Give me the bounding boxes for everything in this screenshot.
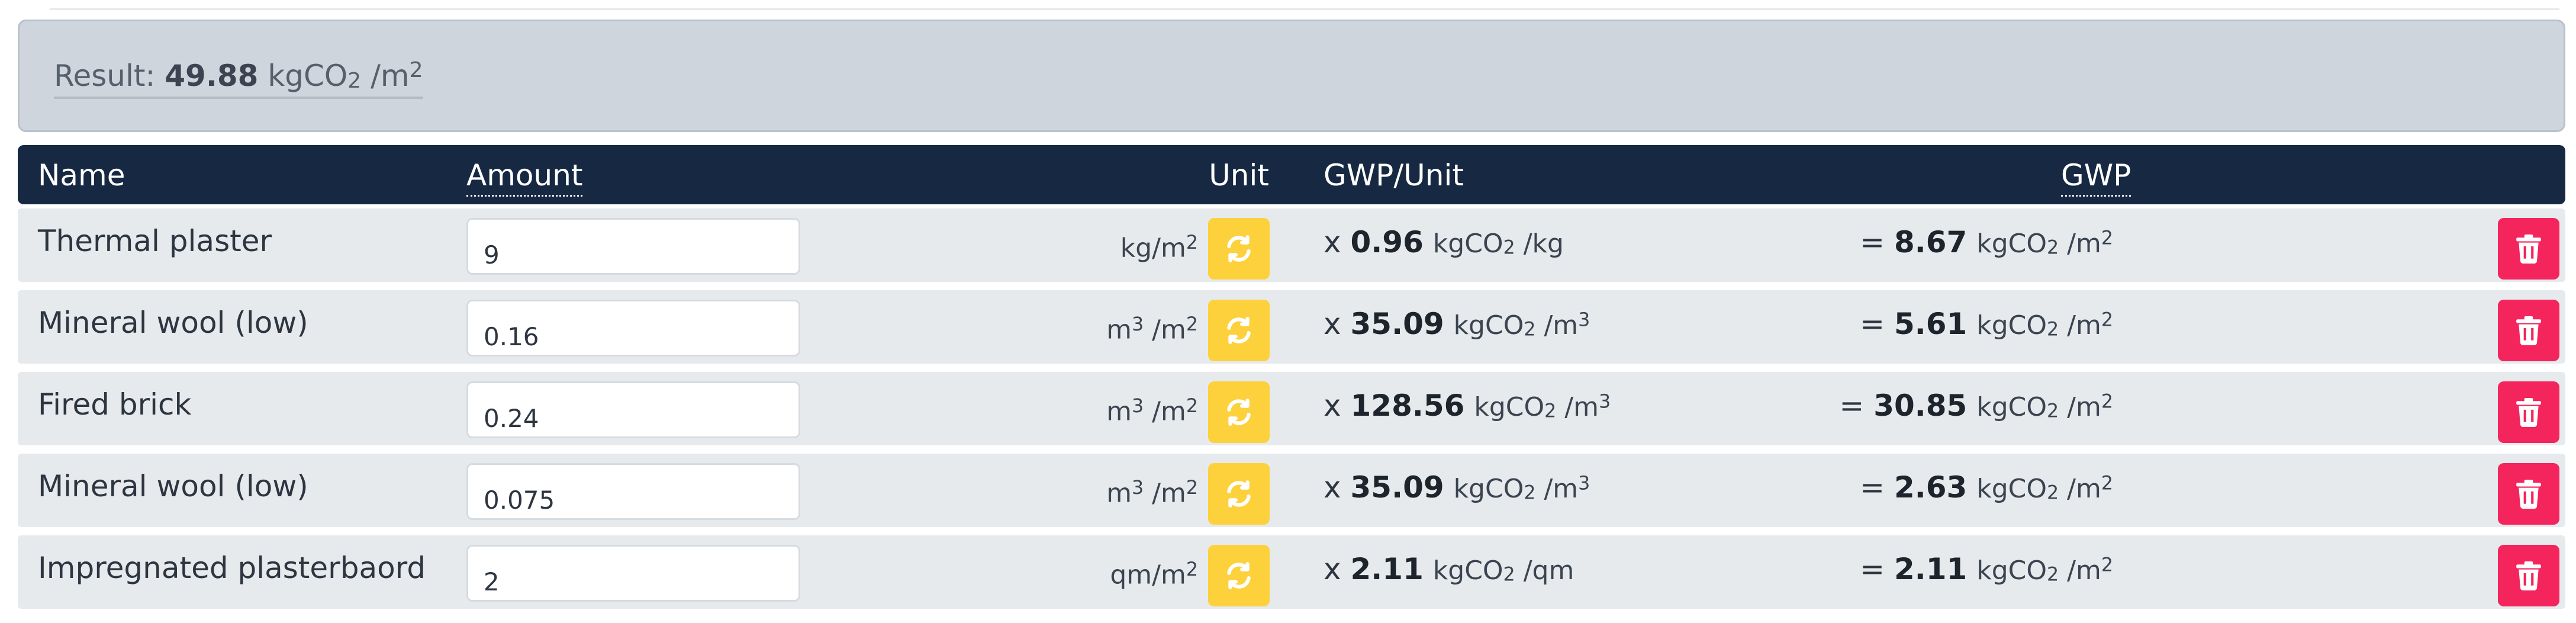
amount-input[interactable] [466, 545, 800, 602]
unit-label: m3 /m2 [1106, 314, 1198, 345]
column-header-unit: Unit [1209, 158, 1269, 192]
trash-icon [2515, 561, 2542, 590]
table-row: Mineral wool (low) m3 /m2 x 35.09 kgCO2 /m… [18, 290, 2565, 364]
refresh-icon [1224, 561, 1254, 590]
table-row: Mineral wool (low) m3 /m2 x 35.09 kgCO2 /m… [18, 454, 2565, 527]
material-name: Thermal plaster [38, 224, 272, 258]
column-header-name: Name [38, 158, 125, 192]
column-header-gwp-per-unit: GWP/Unit [1324, 158, 1464, 192]
gwp-value: = 30.85 kgCO2 /m2 [1839, 388, 2113, 423]
material-name: Mineral wool (low) [38, 469, 308, 503]
delete-row-button[interactable] [2498, 545, 2559, 606]
unit-label: m3 /m2 [1106, 396, 1198, 427]
table-header: Name Amount Unit GWP/Unit GWP [18, 145, 2565, 204]
gwp-calculator: Result: 49.88 kgCO2 /m2 Name Amount Unit… [0, 0, 2576, 623]
refresh-icon [1224, 479, 1254, 509]
result-panel: Result: 49.88 kgCO2 /m2 [18, 20, 2565, 132]
swap-unit-button[interactable] [1208, 545, 1270, 606]
gwp-value: = 5.61 kgCO2 /m2 [1860, 307, 2113, 341]
unit-label: kg/m2 [1120, 232, 1198, 264]
refresh-icon [1224, 397, 1254, 427]
material-name: Mineral wool (low) [38, 306, 308, 340]
delete-row-button[interactable] [2498, 463, 2559, 525]
trash-icon [2515, 234, 2542, 264]
result-unit: kgCO2 /m2 [268, 58, 423, 94]
amount-input[interactable] [466, 300, 800, 357]
gwp-per-unit: x 35.09 kgCO2 /m3 [1324, 470, 1590, 505]
refresh-icon [1224, 316, 1254, 345]
trash-icon [2515, 479, 2542, 509]
material-name: Fired brick [38, 387, 192, 422]
trash-icon [2515, 397, 2542, 427]
gwp-per-unit: x 0.96 kgCO2 /kg [1324, 225, 1564, 259]
delete-row-button[interactable] [2498, 381, 2559, 443]
column-header-gwp: GWP [2061, 158, 2131, 197]
swap-unit-button[interactable] [1208, 463, 1270, 525]
gwp-per-unit: x 128.56 kgCO2 /m3 [1324, 388, 1611, 423]
amount-input[interactable] [466, 218, 800, 275]
trash-icon [2515, 316, 2542, 345]
result-summary: Result: 49.88 kgCO2 /m2 [54, 58, 423, 99]
result-label: Result: [54, 59, 156, 94]
delete-row-button[interactable] [2498, 300, 2559, 361]
unit-label: qm/m2 [1110, 559, 1198, 590]
gwp-per-unit: x 2.11 kgCO2 /qm [1324, 552, 1574, 586]
top-divider [50, 8, 2559, 10]
swap-unit-button[interactable] [1208, 381, 1270, 443]
table-row: Thermal plaster kg/m2 x 0.96 kgCO2 /kg = 8.… [18, 208, 2565, 282]
gwp-per-unit: x 35.09 kgCO2 /m3 [1324, 307, 1590, 341]
table-row: Fired brick m3 /m2 x 128.56 kgCO2 /m3 = 30.… [18, 372, 2565, 445]
table-row: Impregnated plasterbaord qm/m2 x 2.11 kgCO… [18, 535, 2565, 609]
gwp-value: = 2.63 kgCO2 /m2 [1860, 470, 2113, 505]
delete-row-button[interactable] [2498, 218, 2559, 280]
amount-input[interactable] [466, 463, 800, 520]
swap-unit-button[interactable] [1208, 218, 1270, 280]
gwp-value: = 8.67 kgCO2 /m2 [1860, 225, 2113, 259]
swap-unit-button[interactable] [1208, 300, 1270, 361]
gwp-value: = 2.11 kgCO2 /m2 [1860, 552, 2113, 586]
result-value: 49.88 [165, 59, 259, 94]
refresh-icon [1224, 234, 1254, 264]
column-header-amount: Amount [466, 158, 583, 197]
material-name: Impregnated plasterbaord [38, 551, 426, 585]
amount-input[interactable] [466, 381, 800, 438]
unit-label: m3 /m2 [1106, 477, 1198, 509]
